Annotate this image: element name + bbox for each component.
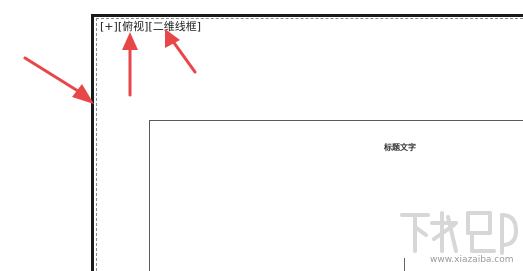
arrow-left-to-frame <box>23 56 94 104</box>
paper-title-text: 标题文字 <box>384 143 416 152</box>
viewport-view-label[interactable]: [俯视] <box>118 20 149 33</box>
watermark-url: www.xiazaiba.com <box>430 255 514 265</box>
viewport-visual-style-label[interactable]: [二维线框] <box>148 20 201 33</box>
viewport-control-plus[interactable]: [+] <box>100 20 118 33</box>
viewport-controls: [+][俯视][二维线框] <box>100 20 201 34</box>
autocad-canvas[interactable]: [+][俯视][二维线框] 标题文字 www.xiazaiba.com <box>0 0 523 271</box>
